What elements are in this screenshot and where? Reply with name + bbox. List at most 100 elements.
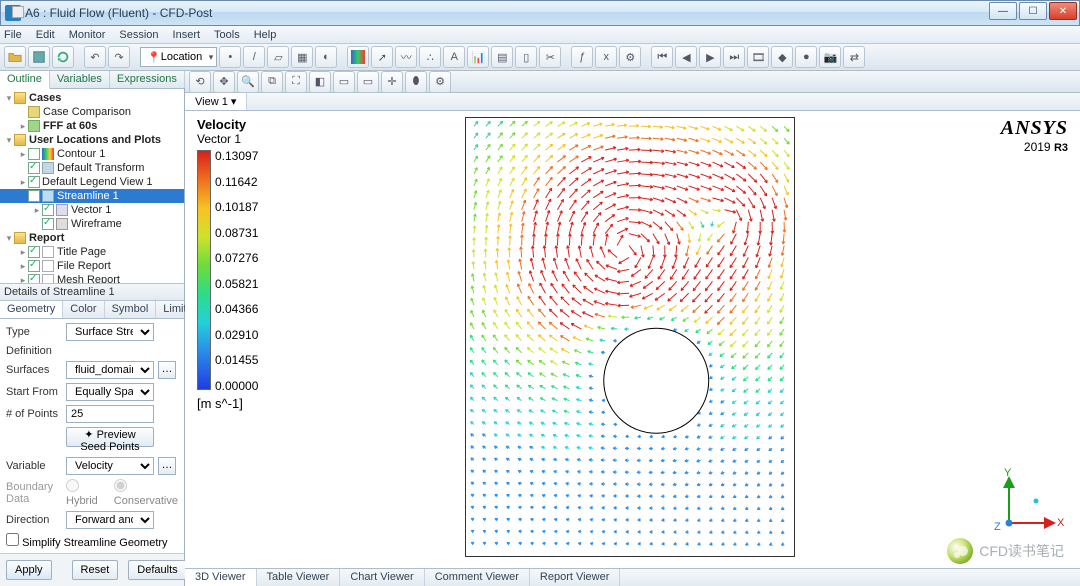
point-icon[interactable]: • — [219, 46, 241, 68]
tree-wireframe[interactable]: Wireframe — [0, 217, 184, 231]
view-tab-1[interactable]: View 1 ▾ — [185, 93, 247, 110]
timestep-first-icon[interactable]: ⏮ — [651, 46, 673, 68]
menu-session[interactable]: Session — [119, 29, 158, 41]
select-startfrom[interactable]: Equally Spaced Samples — [66, 383, 154, 401]
record-icon[interactable]: ● — [795, 46, 817, 68]
timestep-play-icon[interactable]: ▶ — [699, 46, 721, 68]
tree-default-transform[interactable]: Default Transform — [0, 161, 184, 175]
btab-report[interactable]: Report Viewer — [530, 569, 621, 586]
tab-outline[interactable]: Outline — [0, 71, 50, 89]
expression-icon[interactable]: ƒ — [571, 46, 593, 68]
pan-icon[interactable]: ✥ — [213, 71, 235, 93]
checkbox-simplify[interactable] — [6, 533, 19, 546]
zoombox-icon[interactable]: ⧉ — [261, 71, 283, 93]
volume-icon[interactable]: ▦ — [291, 46, 313, 68]
menu-tools[interactable]: Tools — [214, 29, 240, 41]
select-variable[interactable]: Velocity — [66, 457, 154, 475]
menu-insert[interactable]: Insert — [173, 29, 201, 41]
select-surfaces[interactable]: fluid_domain symmetry 1 — [66, 361, 154, 379]
surfaces-more-button[interactable]: … — [158, 361, 176, 379]
select-icon[interactable]: ▭ — [357, 71, 379, 93]
dtab-geometry[interactable]: Geometry — [0, 301, 63, 318]
probe-icon[interactable]: ✛ — [381, 71, 403, 93]
tab-variables[interactable]: Variables — [50, 71, 110, 88]
vector-icon[interactable]: ➚ — [371, 46, 393, 68]
tree-file-report[interactable]: ▸File Report — [0, 259, 184, 273]
btab-comment[interactable]: Comment Viewer — [425, 569, 530, 586]
undo-icon[interactable]: ↶ — [84, 46, 106, 68]
simplify-row[interactable]: Simplify Streamline Geometry — [6, 533, 178, 549]
select-direction[interactable]: Forward and Backward — [66, 511, 154, 529]
timestep-prev-icon[interactable]: ◀ — [675, 46, 697, 68]
defaults-button[interactable]: Defaults — [128, 560, 186, 580]
variable-more-button[interactable]: … — [158, 457, 176, 475]
view-tabbar: View 1 ▾ — [185, 93, 1080, 111]
fit-icon[interactable]: ⛶ — [285, 71, 307, 93]
snapshot-icon[interactable]: 📷 — [819, 46, 841, 68]
maximize-button[interactable]: ☐ — [1019, 2, 1047, 20]
legend-icon[interactable]: ▯ — [515, 46, 537, 68]
location-dropdown[interactable]: 📍 Location — [140, 47, 217, 67]
contour-icon[interactable] — [347, 46, 369, 68]
tree-default-legend[interactable]: ▸Default Legend View 1 — [0, 175, 184, 189]
tree-fff[interactable]: ▸FFF at 60s — [0, 119, 184, 133]
tree-report[interactable]: ▾Report — [0, 231, 184, 245]
input-npoints[interactable] — [66, 405, 154, 423]
btab-3d[interactable]: 3D Viewer — [185, 569, 257, 586]
variable-icon[interactable]: x — [595, 46, 617, 68]
compare-icon[interactable]: ⇄ — [843, 46, 865, 68]
btab-chart[interactable]: Chart Viewer — [340, 569, 424, 586]
tree-vector[interactable]: ▸Vector 1 — [0, 203, 184, 217]
tree-mesh-report[interactable]: ▸Mesh Report — [0, 273, 184, 283]
dtab-symbol[interactable]: Symbol — [105, 301, 157, 318]
tree-contour[interactable]: ▸Contour 1 — [0, 147, 184, 161]
open-icon[interactable] — [4, 46, 26, 68]
tree-title-page[interactable]: ▸Title Page — [0, 245, 184, 259]
menu-monitor[interactable]: Monitor — [69, 29, 106, 41]
menu-help[interactable]: Help — [254, 29, 277, 41]
keyframe-icon[interactable]: ◆ — [771, 46, 793, 68]
tab-expressions[interactable]: Expressions — [110, 71, 185, 88]
iso-view-icon[interactable]: ◧ — [309, 71, 331, 93]
display-options-icon[interactable]: ⚙ — [429, 71, 451, 93]
reload-icon[interactable] — [52, 46, 74, 68]
iso-icon[interactable]: ◐ — [315, 46, 337, 68]
tree-case-comparison[interactable]: Case Comparison — [0, 105, 184, 119]
btab-table[interactable]: Table Viewer — [257, 569, 341, 586]
zoom-icon[interactable]: 🔍 — [237, 71, 259, 93]
particle-icon[interactable]: ∴ — [419, 46, 441, 68]
streamline-icon[interactable]: 〰 — [395, 46, 417, 68]
preview-seed-button[interactable]: ✦ Preview Seed Points — [66, 427, 154, 447]
axis-triad[interactable]: X Y Z — [994, 468, 1064, 538]
select-type[interactable]: Surface Streamline — [66, 323, 154, 341]
timestep-next-icon[interactable]: ⏭ — [723, 46, 745, 68]
viewport-3d[interactable]: Velocity Vector 1 0.130970.116420.10187 … — [185, 111, 1080, 568]
xy-view-icon[interactable]: ▭ — [333, 71, 355, 93]
save-icon[interactable] — [28, 46, 50, 68]
tree-cases[interactable]: ▾Cases — [0, 91, 184, 105]
tree-user-locations[interactable]: ▾User Locations and Plots — [0, 133, 184, 147]
chart-icon[interactable]: 📊 — [467, 46, 489, 68]
line-icon[interactable]: / — [243, 46, 265, 68]
table-icon[interactable]: ▤ — [491, 46, 513, 68]
redo-icon[interactable]: ↷ — [108, 46, 130, 68]
highlight-icon[interactable]: ⬮ — [405, 71, 427, 93]
outline-tree[interactable]: ▾Cases Case Comparison ▸FFF at 60s ▾User… — [0, 89, 184, 283]
menu-edit[interactable]: Edit — [36, 29, 55, 41]
text-icon[interactable]: A — [443, 46, 465, 68]
rotate-icon[interactable]: ⟲ — [189, 71, 211, 93]
tree-streamline[interactable]: Streamline 1 — [0, 189, 184, 203]
clip-icon[interactable]: ✂ — [539, 46, 561, 68]
dtab-color[interactable]: Color — [63, 301, 104, 318]
color-legend: Velocity Vector 1 0.130970.116420.10187 … — [197, 117, 258, 411]
label-npoints: # of Points — [6, 408, 62, 420]
animation-icon[interactable]: 🎞 — [747, 46, 769, 68]
viewer-panel: ⟲ ✥ 🔍 ⧉ ⛶ ◧ ▭ ▭ ✛ ⬮ ⚙ View 1 ▾ Velocity … — [185, 71, 1080, 586]
apply-button[interactable]: Apply — [6, 560, 52, 580]
reset-button[interactable]: Reset — [72, 560, 119, 580]
menu-file[interactable]: File — [4, 29, 22, 41]
turbo-icon[interactable]: ⚙ — [619, 46, 641, 68]
minimize-button[interactable]: — — [989, 2, 1017, 20]
close-button[interactable]: ✕ — [1049, 2, 1077, 20]
plane-icon[interactable]: ▱ — [267, 46, 289, 68]
